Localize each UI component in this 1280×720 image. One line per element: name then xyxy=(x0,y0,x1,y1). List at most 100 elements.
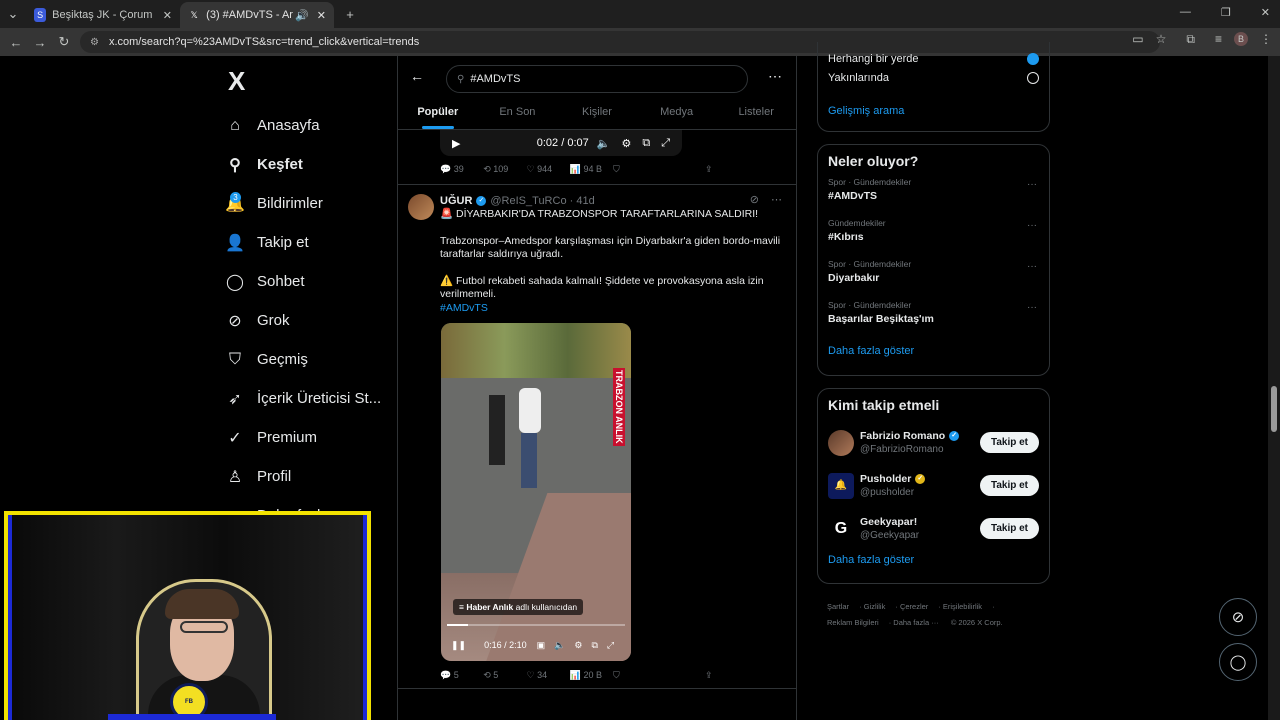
fullscreen-icon[interactable]: ⤢ xyxy=(607,640,614,651)
reload-icon[interactable]: ↻ xyxy=(52,34,76,50)
show-more-trends-link[interactable]: Daha fazla göster xyxy=(818,345,1049,357)
tab-media[interactable]: Medya xyxy=(637,100,717,129)
follow-name[interactable]: Pusholder ✓ xyxy=(860,473,929,485)
menu-icon[interactable]: ⋮ xyxy=(1260,32,1272,47)
footer-link[interactable]: Reklam Bilgileri xyxy=(827,618,879,627)
grok-float-button[interactable]: ⊘ xyxy=(1219,598,1257,636)
star-icon[interactable]: ☆ xyxy=(1156,32,1167,47)
location-option-near[interactable]: Yakınlarında xyxy=(818,68,1049,87)
back-icon[interactable]: ← xyxy=(4,35,28,50)
follow-name[interactable]: Geekyapar! xyxy=(860,516,919,528)
radio-icon[interactable] xyxy=(1027,71,1039,84)
nav-item-bildirimler[interactable]: 🔔 3 Bildirimler xyxy=(222,184,397,223)
pip-icon[interactable]: ⧉ xyxy=(642,137,650,150)
advanced-search-link[interactable]: Gelişmiş arama xyxy=(818,105,1049,117)
footer-link[interactable]: Erişilebilirlik xyxy=(943,602,982,611)
avatar[interactable] xyxy=(828,429,854,456)
reply-button[interactable]: 💬 5 xyxy=(440,670,483,681)
avatar[interactable]: B xyxy=(1234,32,1248,46)
nav-item-grok[interactable]: ⊘ Grok xyxy=(222,301,397,340)
footer-link[interactable]: Çerezler xyxy=(900,602,928,611)
follow-suggestion[interactable]: Fabrizio Romano ✓ @FabrizioRomano Takip e… xyxy=(818,421,1049,464)
tweet-video[interactable]: TRABZON ANLIK ≡ Haber Anlık adlı kullanı… xyxy=(441,323,631,661)
cast-icon[interactable]: ▭ xyxy=(1132,32,1143,47)
more-options-icon[interactable]: ⋯ xyxy=(771,193,782,206)
grok-icon[interactable]: ⊘ xyxy=(750,193,759,206)
show-more-follow-link[interactable]: Daha fazla göster xyxy=(818,554,1049,566)
close-icon[interactable]: ✕ xyxy=(317,9,326,22)
follow-button[interactable]: Takip et xyxy=(979,432,1039,453)
messages-float-button[interactable]: ◯ xyxy=(1219,643,1257,681)
scrollbar-thumb[interactable] xyxy=(1271,386,1277,432)
follow-suggestion[interactable]: 🔔 Pusholder ✓ @pusholder Takip et xyxy=(818,464,1049,507)
more-options-icon[interactable]: ··· xyxy=(1027,179,1037,190)
footer-link[interactable]: Şartlar xyxy=(827,602,849,611)
bookmark-icon[interactable]: ⛉ xyxy=(613,164,693,175)
pip-icon[interactable]: ⧉ xyxy=(591,640,597,651)
repost-button[interactable]: ⟲ 5 xyxy=(483,670,526,681)
minimize-icon[interactable]: — xyxy=(1180,6,1191,19)
x-logo-icon[interactable]: X xyxy=(228,66,397,106)
nav-item-geçmiş[interactable]: ⛉ Geçmiş xyxy=(222,340,397,379)
window-close-icon[interactable]: ✕ xyxy=(1261,6,1270,19)
more-options-icon[interactable]: ··· xyxy=(1027,220,1037,231)
media-icon[interactable]: ≡ xyxy=(1215,32,1222,47)
more-options-icon[interactable]: ··· xyxy=(1027,302,1037,313)
tab-people[interactable]: Kişiler xyxy=(557,100,637,129)
avatar[interactable] xyxy=(408,194,434,220)
trend-item[interactable]: Gündemdekiler #Kıbrıs ··· xyxy=(818,218,1049,259)
nav-item-i-çerik-üreticisi-st-[interactable]: ➶ İçerik Üreticisi St... xyxy=(222,379,397,418)
hashtag-link[interactable]: #AMDvTS xyxy=(440,302,488,314)
extensions-icon[interactable]: ⧉ xyxy=(1186,32,1195,47)
more-options-icon[interactable]: ⋯ xyxy=(768,68,782,85)
tab-popular[interactable]: Popüler xyxy=(398,100,478,129)
browser-tab-x-search[interactable]: 𝕏 (3) #AMDvTS - Arama / X 🔊 ✕ xyxy=(180,2,334,28)
nav-item-premium[interactable]: ✓ Premium xyxy=(222,418,397,457)
captions-icon[interactable]: ▣ xyxy=(537,640,546,651)
play-icon[interactable]: ▶ xyxy=(452,137,460,150)
bookmark-icon[interactable]: ⛉ xyxy=(613,670,693,681)
nav-item-takip-et[interactable]: 👤 Takip et xyxy=(222,223,397,262)
tab-search-icon[interactable]: ⌄ xyxy=(0,6,26,22)
share-icon[interactable]: ⇪ xyxy=(705,670,785,681)
volume-icon[interactable]: 🔈 xyxy=(597,137,611,150)
nav-item-sohbet[interactable]: ◯ Sohbet xyxy=(222,262,397,301)
repost-button[interactable]: ⟲ 109 xyxy=(483,164,526,175)
pusholder-logo-icon[interactable]: 🔔 xyxy=(828,472,854,499)
views-button[interactable]: 📊 94 B xyxy=(570,164,613,175)
video-credit[interactable]: ≡ Haber Anlık adlı kullanıcıdan xyxy=(453,599,584,615)
follow-button[interactable]: Takip et xyxy=(979,475,1039,496)
geekyapar-logo-icon[interactable]: G xyxy=(828,515,854,542)
pause-icon[interactable]: ❚❚ xyxy=(451,640,466,651)
nav-item-profil[interactable]: ♙ Profil xyxy=(222,457,397,496)
more-options-icon[interactable]: ··· xyxy=(1027,261,1037,272)
footer-link[interactable]: Daha fazla ··· xyxy=(893,618,938,627)
settings-icon[interactable]: ⚙ xyxy=(574,640,582,651)
author-name[interactable]: UĞUR xyxy=(440,195,472,207)
close-icon[interactable]: ✕ xyxy=(163,9,172,22)
share-icon[interactable]: ⇪ xyxy=(705,164,785,175)
video-progress[interactable] xyxy=(447,624,625,626)
trend-item[interactable]: Spor · Gündemdekiler Başarılar Beşiktaş'ı… xyxy=(818,300,1049,341)
search-input[interactable]: ⚲ #AMDvTS xyxy=(446,65,748,93)
settings-icon[interactable]: ⚙ xyxy=(621,137,631,150)
new-tab-icon[interactable]: + xyxy=(338,7,362,22)
fullscreen-icon[interactable]: ⤢ xyxy=(661,137,670,150)
nav-item-anasayfa[interactable]: ⌂ Anasayfa xyxy=(222,106,397,145)
like-button[interactable]: ♡ 34 xyxy=(527,670,570,681)
follow-suggestion[interactable]: G Geekyapar! @Geekyapar Takip et xyxy=(818,507,1049,550)
trend-item[interactable]: Spor · Gündemdekiler Diyarbakır ··· xyxy=(818,259,1049,300)
site-info-icon[interactable]: ⚙ xyxy=(90,37,99,48)
location-option-anywhere[interactable]: Herhangi bir yerde xyxy=(818,49,1049,68)
page-scrollbar[interactable] xyxy=(1268,56,1280,720)
views-button[interactable]: 📊 20 B xyxy=(570,670,613,681)
restore-icon[interactable]: ❐ xyxy=(1221,6,1231,19)
radio-selected-icon[interactable] xyxy=(1027,52,1039,65)
volume-icon[interactable]: 🔈 xyxy=(554,640,565,651)
tweet-time[interactable]: 41d xyxy=(576,195,594,207)
back-arrow-icon[interactable]: ← xyxy=(410,68,424,84)
tab-lists[interactable]: Listeler xyxy=(716,100,796,129)
like-button[interactable]: ♡ 944 xyxy=(527,164,570,175)
follow-button[interactable]: Takip et xyxy=(979,518,1039,539)
follow-name[interactable]: Fabrizio Romano ✓ xyxy=(860,430,963,442)
